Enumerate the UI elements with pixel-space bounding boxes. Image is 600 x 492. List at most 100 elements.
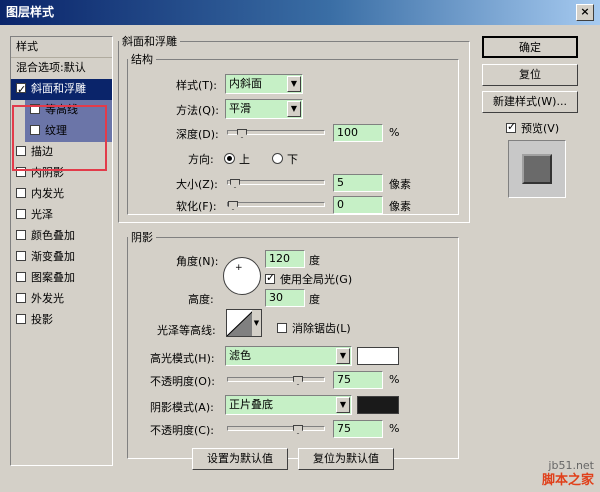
radio-selected-icon bbox=[224, 153, 235, 164]
checkbox-checked-icon bbox=[506, 120, 516, 133]
checkbox-unchecked-icon bbox=[277, 323, 287, 333]
gloss-contour-picker[interactable]: ▼ bbox=[226, 309, 262, 337]
shadow-opacity-input[interactable]: 75 bbox=[333, 420, 383, 438]
chevron-down-icon: ▼ bbox=[336, 397, 350, 413]
size-slider[interactable] bbox=[227, 179, 325, 188]
sidebar-item-7[interactable]: 颜色叠加 bbox=[11, 226, 112, 247]
highlight-mode-value: 滤色 bbox=[229, 349, 251, 362]
gloss-contour-label: 光泽等高线: bbox=[157, 324, 216, 337]
sidebar-style-list: 斜面和浮雕等高线纹理描边内阴影内发光光泽颜色叠加渐变叠加图案叠加外发光投影 bbox=[11, 79, 112, 331]
depth-slider[interactable] bbox=[227, 129, 325, 138]
direction-up-radio[interactable]: 上 bbox=[224, 151, 250, 167]
sidebar-item-blend-options[interactable]: 混合选项:默认 bbox=[11, 58, 112, 79]
checkbox-unchecked-icon[interactable] bbox=[16, 272, 26, 282]
checkbox-checked-icon[interactable] bbox=[16, 80, 26, 100]
watermark-brand: 脚本之家 bbox=[541, 473, 594, 488]
anti-alias-checkbox[interactable]: 消除锯齿(L) bbox=[277, 320, 351, 336]
style-dropdown[interactable]: 内斜面 ▼ bbox=[225, 74, 303, 94]
shadow-mode-value: 正片叠底 bbox=[229, 398, 273, 411]
checkbox-unchecked-icon[interactable] bbox=[16, 146, 26, 156]
structure-title: 结构 bbox=[131, 53, 153, 66]
checkbox-unchecked-icon[interactable] bbox=[30, 104, 40, 114]
watermark: jb51.net 脚本之家 bbox=[542, 458, 594, 488]
sidebar-item-8[interactable]: 渐变叠加 bbox=[11, 247, 112, 268]
checkbox-unchecked-icon[interactable] bbox=[16, 251, 26, 261]
depth-unit: % bbox=[389, 126, 400, 139]
make-default-button[interactable]: 设置为默认值 bbox=[192, 448, 288, 470]
chevron-down-icon: ▼ bbox=[252, 310, 261, 336]
depth-input[interactable]: 100 bbox=[333, 124, 383, 142]
sidebar-item-label: 斜面和浮雕 bbox=[31, 82, 86, 95]
styles-sidebar: 样式 混合选项:默认 斜面和浮雕等高线纹理描边内阴影内发光光泽颜色叠加渐变叠加图… bbox=[10, 36, 113, 466]
highlight-opacity-label: 不透明度(O): bbox=[150, 375, 215, 388]
checkbox-unchecked-icon[interactable] bbox=[16, 167, 26, 177]
highlight-mode-dropdown[interactable]: 滤色 ▼ bbox=[225, 346, 352, 366]
title-bar: 图层样式 × bbox=[0, 0, 600, 25]
sidebar-item-label: 投影 bbox=[31, 313, 53, 326]
shadow-mode-dropdown[interactable]: 正片叠底 ▼ bbox=[225, 395, 352, 415]
direction-down-radio[interactable]: 下 bbox=[272, 151, 298, 167]
angle-input[interactable]: 120 bbox=[265, 250, 305, 268]
shadow-opacity-unit: % bbox=[389, 422, 400, 435]
checkbox-unchecked-icon[interactable] bbox=[16, 230, 26, 240]
checkbox-unchecked-icon[interactable] bbox=[30, 125, 40, 135]
sidebar-item-3[interactable]: 描边 bbox=[11, 142, 112, 163]
angle-dial[interactable]: + bbox=[223, 257, 261, 295]
sidebar-item-11[interactable]: 投影 bbox=[11, 310, 112, 331]
soften-input[interactable]: 0 bbox=[333, 196, 383, 214]
sidebar-item-label: 图案叠加 bbox=[31, 271, 75, 284]
bevel-emboss-title: 斜面和浮雕 bbox=[122, 35, 177, 48]
preview-checkbox[interactable]: 预览(V) bbox=[506, 120, 559, 136]
sidebar-item-label: 内发光 bbox=[31, 187, 64, 200]
altitude-input[interactable]: 30 bbox=[265, 289, 305, 307]
size-label: 大小(Z): bbox=[176, 178, 218, 191]
sidebar-item-label: 外发光 bbox=[31, 292, 64, 305]
close-button[interactable]: × bbox=[576, 4, 594, 21]
ok-button[interactable]: 确定 bbox=[482, 36, 578, 58]
checkbox-unchecked-icon[interactable] bbox=[16, 209, 26, 219]
sidebar-item-label: 光泽 bbox=[31, 208, 53, 221]
depth-label: 深度(D): bbox=[176, 128, 219, 141]
soften-slider[interactable] bbox=[227, 201, 325, 210]
size-unit: 像素 bbox=[389, 178, 411, 191]
angle-label: 角度(N): bbox=[176, 255, 219, 268]
preview-label: 预览(V) bbox=[521, 122, 560, 135]
sidebar-item-2[interactable]: 纹理 bbox=[25, 121, 112, 142]
new-style-button[interactable]: 新建样式(W)... bbox=[482, 91, 578, 113]
chevron-down-icon: ▼ bbox=[287, 76, 301, 92]
checkbox-unchecked-icon[interactable] bbox=[16, 314, 26, 324]
sidebar-item-label: 渐变叠加 bbox=[31, 250, 75, 263]
checkbox-unchecked-icon[interactable] bbox=[16, 293, 26, 303]
contour-linear-icon bbox=[227, 310, 254, 336]
direction-label: 方向: bbox=[188, 153, 214, 166]
radio-unselected-icon bbox=[272, 153, 283, 164]
preview-square bbox=[522, 154, 552, 184]
sidebar-item-4[interactable]: 内阴影 bbox=[11, 163, 112, 184]
sidebar-item-9[interactable]: 图案叠加 bbox=[11, 268, 112, 289]
sidebar-item-5[interactable]: 内发光 bbox=[11, 184, 112, 205]
chevron-down-icon: ▼ bbox=[287, 101, 301, 117]
reset-button[interactable]: 复位 bbox=[482, 64, 578, 86]
highlight-color-swatch[interactable] bbox=[357, 347, 399, 365]
direction-down-label: 下 bbox=[287, 153, 298, 166]
checkbox-checked-icon bbox=[265, 271, 275, 284]
shadow-opacity-slider[interactable] bbox=[227, 425, 325, 434]
angle-unit: 度 bbox=[309, 254, 320, 267]
shadow-color-swatch[interactable] bbox=[357, 396, 399, 414]
sidebar-item-label: 颜色叠加 bbox=[31, 229, 75, 242]
sidebar-item-6[interactable]: 光泽 bbox=[11, 205, 112, 226]
checkbox-unchecked-icon[interactable] bbox=[16, 188, 26, 198]
soften-label: 软化(F): bbox=[176, 200, 217, 213]
style-label: 样式(T): bbox=[176, 79, 218, 92]
styles-header[interactable]: 样式 bbox=[11, 37, 112, 58]
sidebar-item-10[interactable]: 外发光 bbox=[11, 289, 112, 310]
sidebar-item-1[interactable]: 等高线 bbox=[25, 100, 112, 121]
technique-dropdown[interactable]: 平滑 ▼ bbox=[225, 99, 303, 119]
sidebar-item-0[interactable]: 斜面和浮雕 bbox=[11, 79, 112, 100]
highlight-opacity-slider[interactable] bbox=[227, 376, 325, 385]
shading-title: 阴影 bbox=[131, 231, 153, 244]
reset-default-button[interactable]: 复位为默认值 bbox=[298, 448, 394, 470]
size-input[interactable]: 5 bbox=[333, 174, 383, 192]
global-light-checkbox[interactable]: 使用全局光(G) bbox=[265, 271, 352, 287]
highlight-opacity-input[interactable]: 75 bbox=[333, 371, 383, 389]
